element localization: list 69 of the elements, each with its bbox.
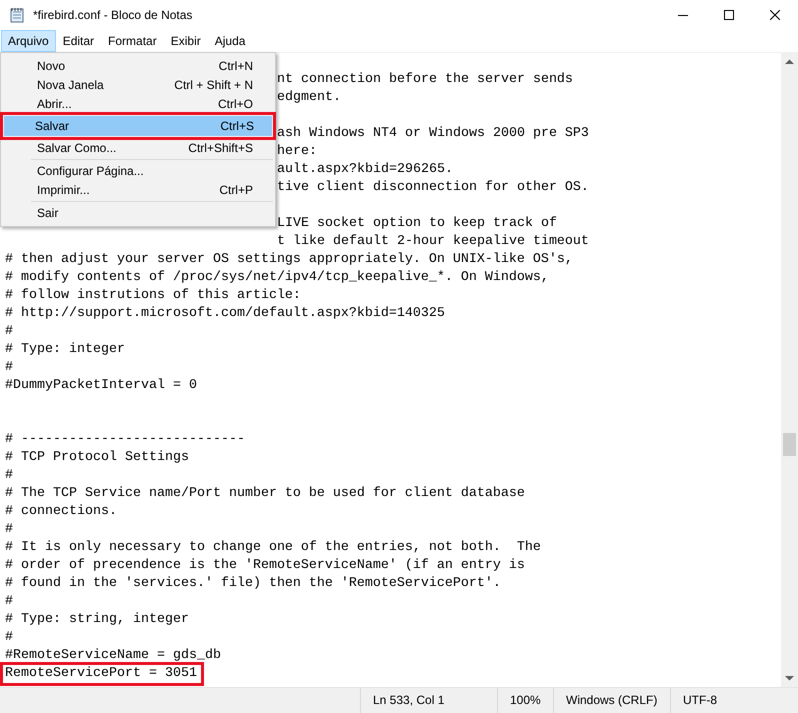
shortcut-text: Ctrl+S bbox=[220, 119, 254, 133]
shortcut-text: Ctrl+N bbox=[218, 59, 253, 73]
maximize-icon bbox=[724, 10, 734, 20]
status-text: Windows (CRLF) bbox=[553, 688, 670, 713]
text-line: ault.aspx?kbid=296265. bbox=[277, 161, 453, 179]
text-line: # TCP Protocol Settings bbox=[5, 449, 189, 467]
shortcut-text: Ctrl+P bbox=[219, 183, 253, 197]
vertical-scrollbar[interactable] bbox=[781, 53, 798, 687]
text-line: # It is only necessary to change one of the entries, not both. The bbox=[5, 539, 541, 557]
status-text: 100% bbox=[497, 688, 553, 713]
menu-option[interactable]: Salvar Ctrl+S bbox=[0, 112, 276, 140]
menu-item[interactable]: Arquivo bbox=[1, 30, 56, 52]
text-line: #RemoteServiceName = gds_db bbox=[5, 647, 221, 665]
text-line: # Type: integer bbox=[5, 341, 125, 359]
option-label: Configurar Página... bbox=[37, 164, 144, 178]
text-line: # bbox=[5, 467, 13, 485]
option-label: Nova Janela bbox=[37, 78, 104, 92]
menu-option[interactable]: Sair bbox=[3, 205, 273, 221]
option-label: Sair bbox=[37, 206, 58, 220]
text-line: # follow instrutions of this article: bbox=[5, 287, 301, 305]
text-line: here: bbox=[277, 143, 317, 161]
text-line: #DummyPacketInterval = 0 bbox=[5, 377, 197, 395]
text-line: nt connection before the server sends bbox=[277, 71, 573, 89]
text-line: # modify contents of /proc/sys/net/ipv4/tcp_keepalive_*. On Windows, bbox=[5, 269, 549, 287]
shortcut-text: Ctrl+Shift+S bbox=[188, 141, 253, 155]
text-line: edgment. bbox=[277, 89, 341, 107]
text-line: # found in the 'services.' file) then the 'RemoteServicePort'. bbox=[5, 575, 501, 593]
text-line: t like default 2-hour keepalive timeout bbox=[277, 233, 589, 251]
status-text: UTF-8 bbox=[670, 688, 790, 713]
text-line: # then adjust your server OS settings appropriately. On UNIX-like OS's, bbox=[5, 251, 573, 269]
menu-option[interactable]: Salvar Como... Ctrl+Shift+S bbox=[3, 140, 273, 156]
option-label: Salvar bbox=[35, 119, 70, 133]
shortcut-text: Ctrl + Shift + N bbox=[174, 78, 253, 92]
scroll-thumb[interactable] bbox=[783, 433, 796, 456]
text-line: # ---------------------------- bbox=[5, 431, 245, 449]
menu-option[interactable]: Configurar Página... bbox=[3, 163, 273, 179]
option-label: Novo bbox=[37, 59, 66, 73]
menu-option[interactable]: Imprimir... Ctrl+P bbox=[3, 182, 273, 198]
menu-option[interactable]: Abrir... Ctrl+O bbox=[3, 96, 273, 112]
menu-item[interactable]: Ajuda bbox=[208, 30, 252, 52]
text-line: # order of precendence is the 'RemoteServiceName' (if an entry is bbox=[5, 557, 525, 575]
scroll-down-icon[interactable] bbox=[785, 675, 794, 681]
text-line: tive client disconnection for other OS. bbox=[277, 179, 589, 197]
text-line: # bbox=[5, 629, 13, 647]
close-icon bbox=[770, 10, 780, 20]
option-label: Salvar Como... bbox=[37, 141, 116, 155]
text-line: # The TCP Service name/Port number to be used for client database bbox=[5, 485, 525, 503]
text-line: LIVE socket option to keep track of bbox=[277, 215, 557, 233]
menu-option[interactable]: Novo Ctrl+N bbox=[3, 58, 273, 74]
notepad-icon bbox=[9, 7, 25, 23]
menu-item[interactable]: Editar bbox=[56, 30, 102, 52]
window-title: *firebird.conf - Bloco de Notas bbox=[33, 8, 194, 22]
shortcut-text: Ctrl+O bbox=[218, 97, 253, 111]
text-line: # http://support.microsoft.com/default.aspx?kbid=140325 bbox=[5, 305, 445, 323]
option-label: Imprimir... bbox=[37, 183, 90, 197]
text-line: # connections. bbox=[5, 503, 117, 521]
menu-item[interactable]: Formatar bbox=[101, 30, 164, 52]
menu-item[interactable]: Exibir bbox=[164, 30, 208, 52]
scroll-up-icon[interactable] bbox=[785, 59, 794, 65]
status-text: Ln 533, Col 1 bbox=[360, 688, 497, 713]
menu-option[interactable]: Nova Janela Ctrl + Shift + N bbox=[3, 77, 273, 93]
text-line: # bbox=[5, 593, 13, 611]
option-label: Abrir... bbox=[37, 97, 72, 111]
text-line: ash Windows NT4 or Windows 2000 pre SP3 bbox=[277, 125, 589, 143]
text-line: # Type: string, integer bbox=[5, 611, 189, 629]
highlighted-text-line: RemoteServicePort = 3051 bbox=[3, 665, 201, 683]
text-line: # bbox=[5, 323, 13, 341]
text-line: # bbox=[5, 359, 13, 377]
text-line: # bbox=[5, 521, 13, 539]
